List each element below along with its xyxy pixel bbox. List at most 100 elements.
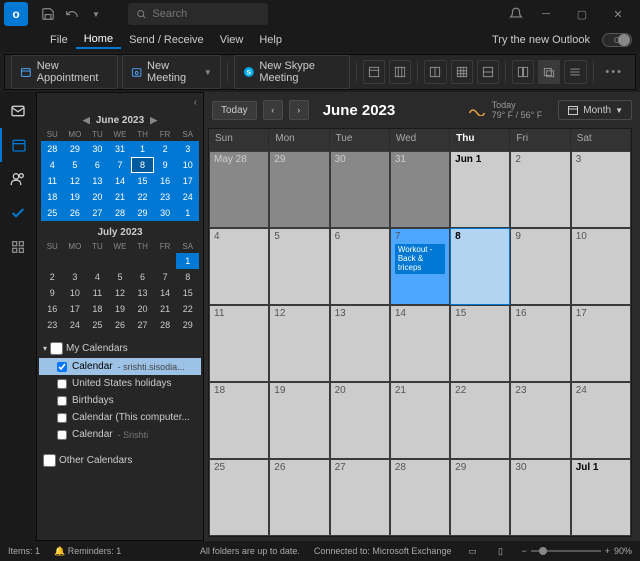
mini-cal-day[interactable]: 30 (86, 141, 109, 157)
mini-cal-day[interactable]: 31 (109, 141, 132, 157)
calendar-cell[interactable]: 26 (269, 459, 329, 536)
next-month-icon[interactable]: ▶ (150, 115, 157, 126)
mini-cal-day[interactable]: 11 (86, 285, 109, 301)
mini-cal-day[interactable]: 29 (64, 141, 87, 157)
calendar-cell[interactable]: 23 (510, 382, 570, 459)
calendar-cell[interactable]: 3 (571, 151, 631, 228)
zoom-slider[interactable] (531, 550, 601, 552)
mini-cal-day[interactable]: 27 (86, 205, 109, 221)
mini-cal-day[interactable]: 18 (41, 189, 64, 205)
zoom-out-icon[interactable]: − (521, 546, 526, 556)
calendar-checkbox[interactable] (57, 413, 67, 423)
menu-send-receive[interactable]: Send / Receive (121, 32, 212, 48)
mini-cal-day[interactable]: 1 (176, 205, 199, 221)
menu-view[interactable]: View (212, 32, 252, 48)
menu-file[interactable]: File (42, 32, 76, 48)
calendar-cell[interactable]: 28 (390, 459, 450, 536)
more-commands[interactable]: ••• (599, 66, 629, 78)
mini-cal-day[interactable]: 4 (41, 157, 64, 173)
view-schedule-button[interactable] (477, 60, 499, 84)
mini-cal-day[interactable]: 9 (154, 157, 177, 173)
calendar-cell[interactable]: 4 (209, 228, 269, 305)
view-reading-icon[interactable]: ▯ (493, 544, 507, 558)
calendar-cell[interactable]: 9 (510, 228, 570, 305)
undo-icon[interactable] (60, 2, 84, 26)
prev-month-icon[interactable]: ◀ (83, 115, 90, 126)
dropdown-icon[interactable]: ▼ (84, 2, 108, 26)
maximize-button[interactable]: ▢ (564, 0, 600, 28)
rail-people[interactable] (0, 162, 36, 196)
calendar-cell[interactable]: 25 (209, 459, 269, 536)
status-reminders[interactable]: 🔔 Reminders: 1 (54, 546, 121, 557)
calendar-cell[interactable]: 8 (450, 228, 510, 305)
mini-cal-day[interactable]: 28 (154, 317, 177, 333)
mini-cal-day[interactable]: 12 (109, 285, 132, 301)
mini-cal-day[interactable]: 19 (109, 301, 132, 317)
try-new-outlook[interactable]: Try the new Outlook Off (484, 32, 632, 48)
mini-cal-day[interactable]: 4 (86, 269, 109, 285)
mini-cal-day[interactable]: 24 (176, 189, 199, 205)
view-normal-icon[interactable]: ▭ (465, 544, 479, 558)
mini-cal-day[interactable]: 6 (131, 269, 154, 285)
calendar-cell[interactable]: Jun 1 (450, 151, 510, 228)
view-overlay-button[interactable] (538, 60, 560, 84)
calendar-cell[interactable]: 19 (269, 382, 329, 459)
mini-cal-day[interactable]: 2 (154, 141, 177, 157)
mini-cal-day[interactable]: 13 (131, 285, 154, 301)
calendar-checkbox[interactable] (57, 362, 67, 372)
rail-calendar[interactable] (0, 128, 36, 162)
mini-cal-day[interactable]: 11 (41, 173, 64, 189)
calendar-checkbox[interactable] (57, 379, 67, 389)
mini-cal-day[interactable]: 5 (64, 157, 87, 173)
mini-cal-day[interactable]: 28 (109, 205, 132, 221)
calendar-cell[interactable]: 30 (510, 459, 570, 536)
rail-mail[interactable] (0, 94, 36, 128)
calendar-cell[interactable]: 17 (571, 305, 631, 382)
save-icon[interactable] (36, 2, 60, 26)
calendar-checkbox[interactable] (57, 396, 67, 406)
calendar-item[interactable]: Birthdays (39, 392, 201, 409)
mini-cal-day[interactable]: 25 (86, 317, 109, 333)
view-day-button[interactable] (363, 60, 385, 84)
bell-icon[interactable] (504, 2, 528, 26)
my-calendars-check[interactable] (50, 342, 63, 355)
calendar-cell[interactable]: 5 (269, 228, 329, 305)
calendar-cell[interactable]: 11 (209, 305, 269, 382)
calendar-cell[interactable]: 6 (330, 228, 390, 305)
mini-cal-day[interactable] (64, 253, 87, 269)
mini-cal-day[interactable]: 16 (41, 301, 64, 317)
mini-cal-day[interactable]: 8 (131, 157, 154, 173)
today-button[interactable]: Today (212, 101, 257, 120)
weather[interactable]: Today79° F / 56° F (468, 100, 543, 120)
calendar-cell[interactable]: 27 (330, 459, 390, 536)
calendar-cell[interactable]: May 28 (209, 151, 269, 228)
mini-cal-day[interactable]: 9 (41, 285, 64, 301)
mini-cal-day[interactable]: 7 (109, 157, 132, 173)
mini-cal-day[interactable]: 1 (131, 141, 154, 157)
chevron-down-icon[interactable]: ▼ (204, 68, 212, 77)
mini-cal-day[interactable]: 3 (64, 269, 87, 285)
mini-cal-day[interactable]: 6 (86, 157, 109, 173)
mini-cal-day[interactable]: 16 (154, 173, 177, 189)
mini-cal-day[interactable]: 20 (86, 189, 109, 205)
mini-cal-day[interactable]: 15 (131, 173, 154, 189)
mini-cal-day[interactable]: 24 (64, 317, 87, 333)
calendar-cell[interactable]: 2 (510, 151, 570, 228)
menu-help[interactable]: Help (251, 32, 290, 48)
calendar-cell[interactable]: 29 (450, 459, 510, 536)
other-calendars-group[interactable]: Other Calendars (39, 451, 201, 470)
other-calendars-check[interactable] (43, 454, 56, 467)
minimize-button[interactable]: ─ (528, 0, 564, 28)
next-period-button[interactable]: › (289, 100, 309, 120)
search-box[interactable] (128, 3, 268, 25)
calendar-cell[interactable]: 12 (269, 305, 329, 382)
calendar-cell[interactable]: 7Workout - Back & triceps (390, 228, 450, 305)
mini-cal-day[interactable]: 18 (86, 301, 109, 317)
calendar-checkbox[interactable] (57, 430, 67, 440)
mini-cal-day[interactable]: 3 (176, 141, 199, 157)
calendar-cell[interactable]: 22 (450, 382, 510, 459)
mini-cal-day[interactable] (41, 253, 64, 269)
mini-cal-day[interactable]: 14 (154, 285, 177, 301)
mini-cal-day[interactable]: 15 (176, 285, 199, 301)
calendar-cell[interactable]: 10 (571, 228, 631, 305)
